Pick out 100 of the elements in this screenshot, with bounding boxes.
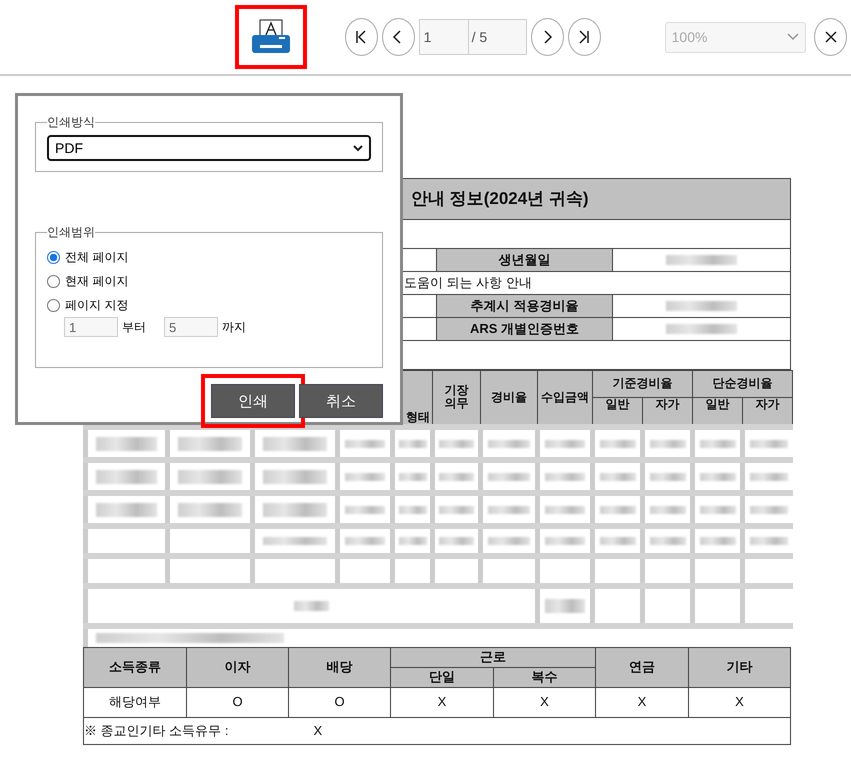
column-header: 소득종류 xyxy=(84,648,186,688)
blurred-value xyxy=(666,324,737,334)
table-cell: X xyxy=(494,688,596,718)
chevron-down-icon xyxy=(353,144,363,152)
range-option[interactable]: 전체 페이지 xyxy=(47,245,371,269)
page-total: / 5 xyxy=(468,19,527,55)
blurred-text xyxy=(439,440,474,448)
blurred-text xyxy=(700,472,736,480)
first-page-button[interactable] xyxy=(344,18,378,56)
column-header: 형태 xyxy=(406,410,430,424)
column-header: 수입금액 xyxy=(541,391,589,405)
radio-icon[interactable] xyxy=(47,250,60,264)
blurred-text xyxy=(263,537,327,545)
blurred-text xyxy=(439,506,474,514)
blurred-text xyxy=(345,506,385,514)
blurred-text xyxy=(96,436,158,450)
blurred-text xyxy=(545,440,585,448)
blurred-value xyxy=(666,301,737,311)
blurred-text xyxy=(263,502,327,516)
dialog-button[interactable]: 취소 xyxy=(299,384,383,418)
printer-icon xyxy=(250,19,291,55)
blurred-text xyxy=(650,472,686,480)
column-group-header: 기준경비율 xyxy=(592,370,692,398)
blurred-text xyxy=(345,440,385,448)
table-cell: X xyxy=(596,688,688,718)
column-header: 복수 xyxy=(494,668,596,688)
table-cell: O xyxy=(186,688,288,718)
from-label: 부터 xyxy=(122,318,146,336)
close-icon xyxy=(822,29,838,45)
blurred-text xyxy=(700,537,736,545)
blurred-text xyxy=(96,470,158,484)
blurred-text xyxy=(488,440,530,448)
blurred-text xyxy=(750,472,788,480)
from-page-field[interactable]: 1 xyxy=(64,317,118,337)
blurred-text xyxy=(96,502,158,516)
to-page-field[interactable]: 5 xyxy=(164,317,218,337)
note-label: ※ 종교인기타 소득유무 : xyxy=(84,722,228,738)
last-page-button[interactable] xyxy=(568,18,601,56)
blurred-text xyxy=(345,537,385,545)
table-cell: 해당여부 xyxy=(84,688,186,718)
blurred-text xyxy=(750,506,788,514)
blurred-text xyxy=(545,599,585,613)
blurred-text xyxy=(178,436,242,450)
dialog-button[interactable]: 인쇄 xyxy=(211,384,295,418)
blurred-text xyxy=(398,440,426,448)
column-header: 기타 xyxy=(688,648,790,688)
blurred-text xyxy=(600,472,636,480)
field-label: 생년월일 xyxy=(436,248,612,272)
page-number-field[interactable]: 1 xyxy=(418,19,469,55)
blurred-text xyxy=(700,440,736,448)
column-header: 배당 xyxy=(288,648,390,688)
blurred-text xyxy=(398,472,426,480)
blurred-text xyxy=(439,472,474,480)
chevron-down-icon xyxy=(787,33,800,41)
column-header: 단일 xyxy=(390,668,494,688)
radio-icon[interactable] xyxy=(47,298,60,312)
column-group-header: 근로 xyxy=(390,648,596,668)
radio-icon[interactable] xyxy=(47,274,60,288)
blurred-text xyxy=(650,440,686,448)
column-header: 경비율 xyxy=(491,391,527,405)
column-group-header: 단순경비율 xyxy=(692,370,792,398)
blurred-text xyxy=(750,537,788,545)
blurred-text xyxy=(398,506,426,514)
blurred-text xyxy=(545,472,585,480)
table-cell: X xyxy=(688,688,790,718)
blurred-text xyxy=(600,440,636,448)
blurred-text xyxy=(545,506,585,514)
field-label: ARS 개별인증번호 xyxy=(436,318,612,340)
range-option[interactable]: 페이지 지정 xyxy=(47,293,371,317)
range-legend: 인쇄범위 xyxy=(47,224,95,241)
column-header: 이자 xyxy=(186,648,288,688)
table-cell: O xyxy=(288,688,390,718)
print-button[interactable] xyxy=(235,5,307,69)
blurred-text xyxy=(439,537,474,545)
method-legend: 인쇄방식 xyxy=(47,114,95,131)
blurred-text xyxy=(600,537,636,545)
previous-page-button[interactable] xyxy=(382,18,415,56)
blurred-text xyxy=(600,506,636,514)
column-header: 연금 xyxy=(596,648,688,688)
blurred-value xyxy=(666,255,737,265)
note-value: X xyxy=(313,722,322,738)
blurred-text xyxy=(263,470,327,484)
blurred-text xyxy=(488,506,530,514)
table-cell: X xyxy=(390,688,494,718)
blurred-text xyxy=(263,436,327,450)
blurred-text xyxy=(345,472,385,480)
blurred-text xyxy=(398,537,426,545)
blurred-text xyxy=(488,472,530,480)
blurred-text xyxy=(700,506,736,514)
to-label: 까지 xyxy=(222,318,246,336)
next-page-button[interactable] xyxy=(530,18,564,56)
blurred-text xyxy=(750,440,788,448)
close-button[interactable] xyxy=(814,18,847,56)
column-header: 기장의무 xyxy=(443,384,470,411)
method-select[interactable]: PDF xyxy=(47,135,371,161)
blurred-text xyxy=(650,537,686,545)
blurred-text xyxy=(178,502,242,516)
blurred-text xyxy=(545,537,585,545)
blurred-text xyxy=(294,601,330,611)
blurred-text xyxy=(650,506,686,514)
